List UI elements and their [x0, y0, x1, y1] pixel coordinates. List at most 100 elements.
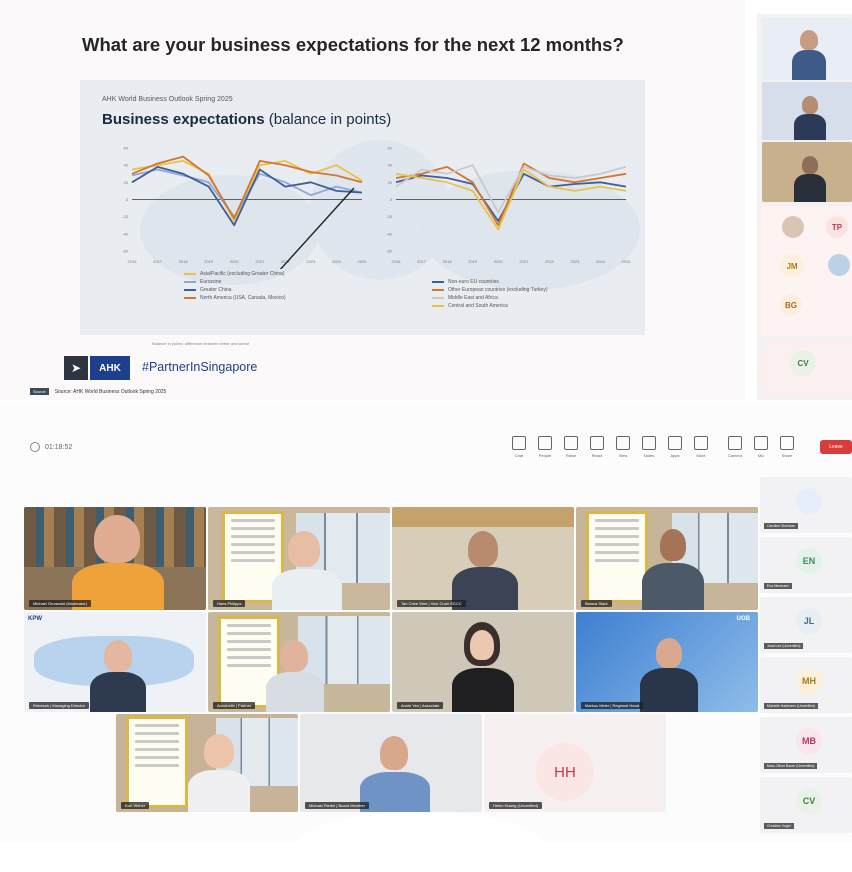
toolbar-icon — [616, 436, 630, 450]
toolbar-button-9[interactable]: Mic — [750, 436, 772, 464]
toolbar-button-7[interactable]: More — [690, 436, 712, 464]
toolbar-label: More — [696, 453, 706, 458]
legend-label: Greater China — [200, 287, 232, 293]
person — [280, 640, 308, 672]
video-tile[interactable]: Annie Yeo | Associate — [392, 612, 574, 712]
participant-name: Annie Yeo | Associate — [397, 702, 444, 709]
video-tile[interactable]: Tan Chee Wee | Vice Chair SGCC — [392, 507, 574, 610]
avatar: JL — [796, 608, 822, 634]
mini-video-tile[interactable] — [762, 18, 852, 80]
toolbar-label: Share — [781, 453, 793, 458]
toolbar-label: Apps — [670, 453, 680, 458]
avatar[interactable] — [828, 254, 850, 276]
avatar[interactable] — [782, 216, 804, 238]
video-tile[interactable]: Michael Riedel | Board Member — [300, 714, 482, 812]
toolbar-icon — [538, 436, 552, 450]
legend-item: Non-euro EU countries — [432, 278, 548, 286]
participant-name: Bianca Stark — [581, 600, 612, 607]
person-torso — [794, 174, 826, 202]
legend-swatch — [184, 289, 196, 291]
toolbar-button-3[interactable]: React — [586, 436, 608, 464]
video-tile[interactable]: KPW Rebekah | Managing Director — [24, 612, 206, 712]
x-tick-label: 2021 — [255, 259, 265, 264]
y-tick-label: -40 — [122, 231, 129, 236]
series-line-1 — [395, 162, 627, 227]
avatar: MH — [796, 668, 822, 694]
x-tick-label: 2024 — [596, 259, 606, 264]
toolbar-icon — [728, 436, 742, 450]
legend-left: Asia/Pacific (excluding Greater China) Eu… — [184, 270, 286, 302]
video-tile[interactable]: UOB Markus Meier | Regional Head — [576, 612, 758, 712]
x-tick-label: 2016 — [128, 259, 138, 264]
participant-name: Jana Lee (Unverified) — [764, 643, 804, 649]
person-torso — [792, 50, 826, 80]
participant-tile[interactable]: Caroline Sheridan — [760, 477, 852, 533]
participant-name: Eva Neumann — [764, 583, 793, 589]
participant-name: Tan Chee Wee | Vice Chair SGCC — [397, 600, 466, 607]
toolbar-icon — [590, 436, 604, 450]
legend-label: Non-euro EU countries — [448, 279, 499, 285]
x-tick-label: 2018 — [179, 259, 189, 264]
video-tile[interactable]: Bianca Stark — [576, 507, 758, 610]
person — [288, 531, 320, 567]
toolbar-button-8[interactable]: Camera — [724, 436, 746, 464]
y-tick-label: -60 — [122, 249, 129, 254]
toolbar-button-1[interactable]: People — [534, 436, 556, 464]
person-torso — [360, 772, 430, 812]
meeting-timer: 01:18:52 — [30, 442, 72, 452]
mini-avatar-tile[interactable]: CV — [762, 340, 852, 396]
legend-swatch — [432, 289, 444, 291]
mini-video-tile[interactable] — [762, 142, 852, 202]
toolbar-button-6[interactable]: Apps — [664, 436, 686, 464]
line-chart-right: 60 40 20 0 -20 -40 -60 2016 2017 2018 2019 2020 2021… — [386, 146, 632, 265]
decorative-curve — [300, 812, 540, 872]
participant-name: Michael Riedel | Board Member — [305, 802, 369, 809]
avatar[interactable]: TP — [826, 216, 848, 238]
participant-tile[interactable]: MB Marc-Oliver Bauer (Unverified) — [760, 717, 852, 773]
legend-item: Asia/Pacific (excluding Greater China) — [184, 270, 286, 278]
person — [802, 96, 818, 114]
eagle-icon: ➤ — [64, 356, 88, 380]
chart-title-bold: Business expectations — [102, 111, 265, 128]
toolbar-icon — [512, 436, 526, 450]
toolbar-button-0[interactable]: Chat — [508, 436, 530, 464]
participant-tile[interactable]: CV Christine Vogel — [760, 777, 852, 833]
person-torso — [640, 668, 698, 712]
participant-tile[interactable]: EN Eva Neumann — [760, 537, 852, 593]
x-tick-label: 2025 — [622, 259, 632, 264]
toolbar-label: Mic — [757, 453, 765, 458]
toolbar-label: Raise — [565, 453, 577, 458]
video-tile[interactable]: Annabelle | Partner — [208, 612, 390, 712]
poster — [586, 511, 648, 603]
slide-footnote: Balance in points: difference between be… — [152, 341, 250, 346]
participant-name: Marc-Oliver Bauer (Unverified) — [764, 763, 818, 769]
video-tile[interactable]: Kurt Weber — [116, 714, 298, 812]
toolbar-button-5[interactable]: Notes — [638, 436, 660, 464]
uob-logo: UOB — [736, 616, 750, 622]
toolbar-button-10[interactable]: Share — [776, 436, 798, 464]
person-torso — [452, 668, 514, 712]
toolbar-button-4[interactable]: View — [612, 436, 634, 464]
x-tick-label: 2024 — [332, 259, 342, 264]
toolbar-icon — [668, 436, 682, 450]
video-tile[interactable]: Michael Grunwald (Moderator) — [24, 507, 206, 610]
participant-name: Michael Grunwald (Moderator) — [29, 600, 92, 607]
line-chart-left: 60 40 20 0 -20 -40 -60 2016 2017 2018 2019 2020 2021… — [122, 146, 367, 269]
y-tick-label: 20 — [388, 180, 393, 185]
y-tick-label: -20 — [122, 214, 129, 219]
video-tile[interactable]: Hans Philipps — [208, 507, 390, 610]
mini-video-tile[interactable] — [762, 82, 852, 140]
y-tick-label: 40 — [388, 163, 393, 168]
participant-tile[interactable]: MH Michelle Hartmann (Unverified) — [760, 657, 852, 713]
leave-button[interactable]: Leave — [820, 440, 852, 454]
person-torso — [642, 563, 704, 610]
legend-label: North America (USA, Canada, Mexico) — [200, 295, 286, 301]
avatar[interactable]: BG — [780, 294, 802, 316]
avatar[interactable]: JM — [780, 254, 804, 278]
mini-avatar-grid: TP JM BG — [762, 206, 852, 336]
x-tick-label: 2022 — [545, 259, 555, 264]
toolbar-button-2[interactable]: Raise — [560, 436, 582, 464]
y-tick-label: -60 — [386, 249, 393, 254]
x-tick-label: 2023 — [306, 259, 316, 264]
participant-tile[interactable]: JL Jana Lee (Unverified) — [760, 597, 852, 653]
